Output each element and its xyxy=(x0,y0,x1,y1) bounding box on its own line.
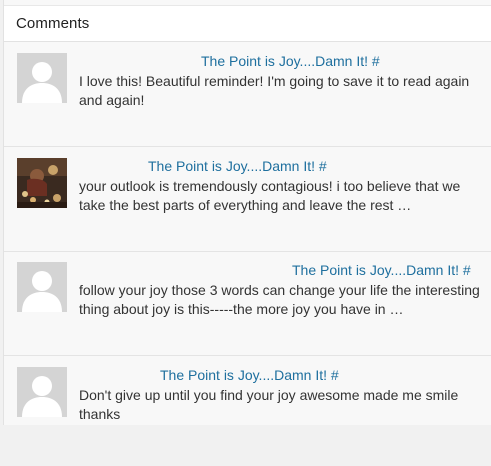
page-background xyxy=(0,425,491,466)
comment-text: follow your joy those 3 words can change… xyxy=(79,282,480,317)
comment-text: your outlook is tremendously contagious!… xyxy=(79,178,461,213)
permalink-hash[interactable]: # xyxy=(372,53,380,69)
comment-item: The Point is Joy....Damn It! # your outl… xyxy=(4,147,491,252)
permalink-hash[interactable]: # xyxy=(463,262,471,278)
comment-post-link[interactable]: The Point is Joy....Damn It! # xyxy=(292,262,471,278)
comment-post-link[interactable]: The Point is Joy....Damn It! # xyxy=(148,158,327,174)
comment-item: The Point is Joy....Damn It! # follow yo… xyxy=(4,251,491,356)
comment-post-link[interactable]: The Point is Joy....Damn It! # xyxy=(201,53,380,69)
default-avatar-icon[interactable] xyxy=(17,53,67,103)
default-avatar-icon[interactable] xyxy=(17,262,67,312)
comment-item: The Point is Joy....Damn It! # Don't giv… xyxy=(4,356,491,425)
comment-text: I love this! Beautiful reminder! I'm goi… xyxy=(79,73,470,108)
comment-post-link[interactable]: The Point is Joy....Damn It! # xyxy=(160,367,339,383)
permalink-hash[interactable]: # xyxy=(319,158,327,174)
comments-widget: Comments The Point is Joy....Damn It! # … xyxy=(3,0,491,425)
comments-header: Comments xyxy=(4,6,491,42)
user-photo-avatar-icon[interactable] xyxy=(17,158,67,208)
comment-item: The Point is Joy....Damn It! # I love th… xyxy=(4,42,491,147)
default-avatar-icon[interactable] xyxy=(17,367,67,417)
permalink-hash[interactable]: # xyxy=(331,367,339,383)
comments-title: Comments xyxy=(16,15,90,32)
comment-text: Don't give up until you find your joy aw… xyxy=(79,387,459,422)
